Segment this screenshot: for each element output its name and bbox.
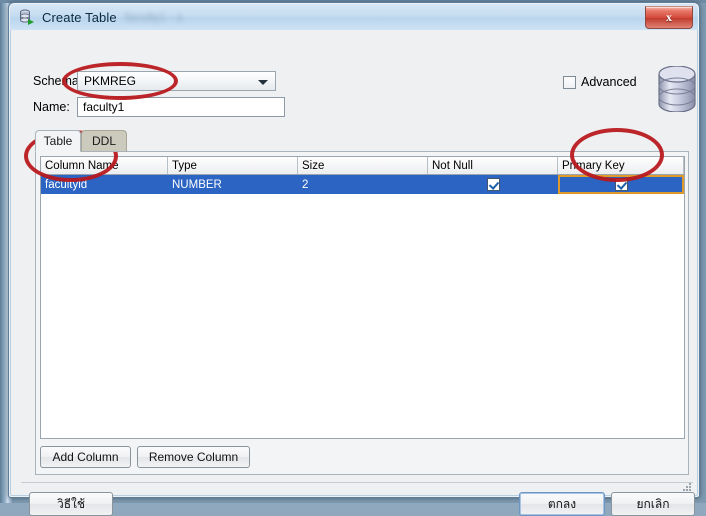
schema-label: Schema: bbox=[33, 74, 82, 88]
grid-header-row: Column Name Type Size Not Null Primary K… bbox=[41, 157, 684, 175]
blurred-title-suffix: faculty1 - s bbox=[125, 10, 183, 24]
schema-label-wrap: Schema: bbox=[33, 74, 82, 88]
database-table-icon bbox=[19, 9, 35, 25]
tab-ddl[interactable]: DDL bbox=[81, 130, 127, 152]
dialog-titlebar[interactable]: Create Table faculty1 - s x bbox=[10, 4, 698, 30]
resize-grip[interactable] bbox=[681, 480, 693, 492]
dialog-title: Create Table bbox=[42, 10, 117, 25]
chevron-down-icon bbox=[258, 80, 268, 85]
grid-empty-area[interactable] bbox=[41, 194, 684, 439]
cell-column-name[interactable]: facultyid bbox=[41, 175, 168, 194]
help-button[interactable]: วิธีใช้ bbox=[29, 492, 113, 516]
create-table-dialog: Create Table faculty1 - s x Schema: PKMR… bbox=[8, 2, 700, 498]
columns-grid[interactable]: Column Name Type Size Not Null Primary K… bbox=[40, 156, 685, 439]
primary-key-checkbox[interactable] bbox=[615, 178, 628, 191]
grid-header-type[interactable]: Type bbox=[168, 157, 298, 174]
name-label: Name: bbox=[33, 100, 70, 114]
cell-primary-key[interactable] bbox=[558, 175, 684, 194]
database-cylinder-icon bbox=[656, 66, 698, 112]
dialog-body: Schema: PKMREG Name: faculty1 Advanced bbox=[11, 30, 697, 495]
advanced-checkbox-row[interactable]: Advanced bbox=[563, 75, 637, 89]
ok-button[interactable]: ตกลง bbox=[519, 492, 605, 516]
table-tab-panel: Column Name Type Size Not Null Primary K… bbox=[35, 151, 689, 475]
tab-ddl-label: DDL bbox=[92, 134, 116, 148]
advanced-checkbox[interactable] bbox=[563, 76, 576, 89]
close-button[interactable]: x bbox=[645, 6, 693, 29]
add-column-label: Add Column bbox=[52, 450, 118, 464]
name-label-wrap: Name: bbox=[33, 100, 70, 114]
footer-separator bbox=[21, 482, 693, 483]
cancel-button[interactable]: ยกเลิก bbox=[611, 492, 695, 516]
cell-size[interactable]: 2 bbox=[298, 175, 428, 194]
cancel-label: ยกเลิก bbox=[636, 495, 669, 514]
ok-label: ตกลง bbox=[548, 495, 576, 514]
close-icon: x bbox=[666, 10, 672, 25]
remove-column-button[interactable]: Remove Column bbox=[137, 446, 250, 468]
grid-header-column-name[interactable]: Column Name bbox=[41, 157, 168, 174]
cell-not-null[interactable] bbox=[428, 175, 558, 194]
grid-header-primary-key[interactable]: Primary Key bbox=[558, 157, 684, 174]
tab-table[interactable]: Table bbox=[35, 130, 81, 152]
grid-header-size[interactable]: Size bbox=[298, 157, 428, 174]
schema-select[interactable]: PKMREG bbox=[77, 71, 276, 91]
not-null-checkbox[interactable] bbox=[487, 178, 500, 191]
table-row[interactable]: facultyid NUMBER 2 bbox=[41, 175, 684, 194]
add-column-button[interactable]: Add Column bbox=[40, 446, 131, 468]
table-name-input[interactable]: faculty1 bbox=[77, 97, 285, 117]
help-label: วิธีใช้ bbox=[57, 495, 85, 514]
grid-header-not-null[interactable]: Not Null bbox=[428, 157, 558, 174]
advanced-label: Advanced bbox=[581, 75, 637, 89]
table-name-value: faculty1 bbox=[83, 100, 124, 114]
cell-type[interactable]: NUMBER bbox=[168, 175, 298, 194]
remove-column-label: Remove Column bbox=[149, 450, 238, 464]
schema-value: PKMREG bbox=[84, 74, 136, 88]
tab-table-label: Table bbox=[44, 134, 73, 148]
